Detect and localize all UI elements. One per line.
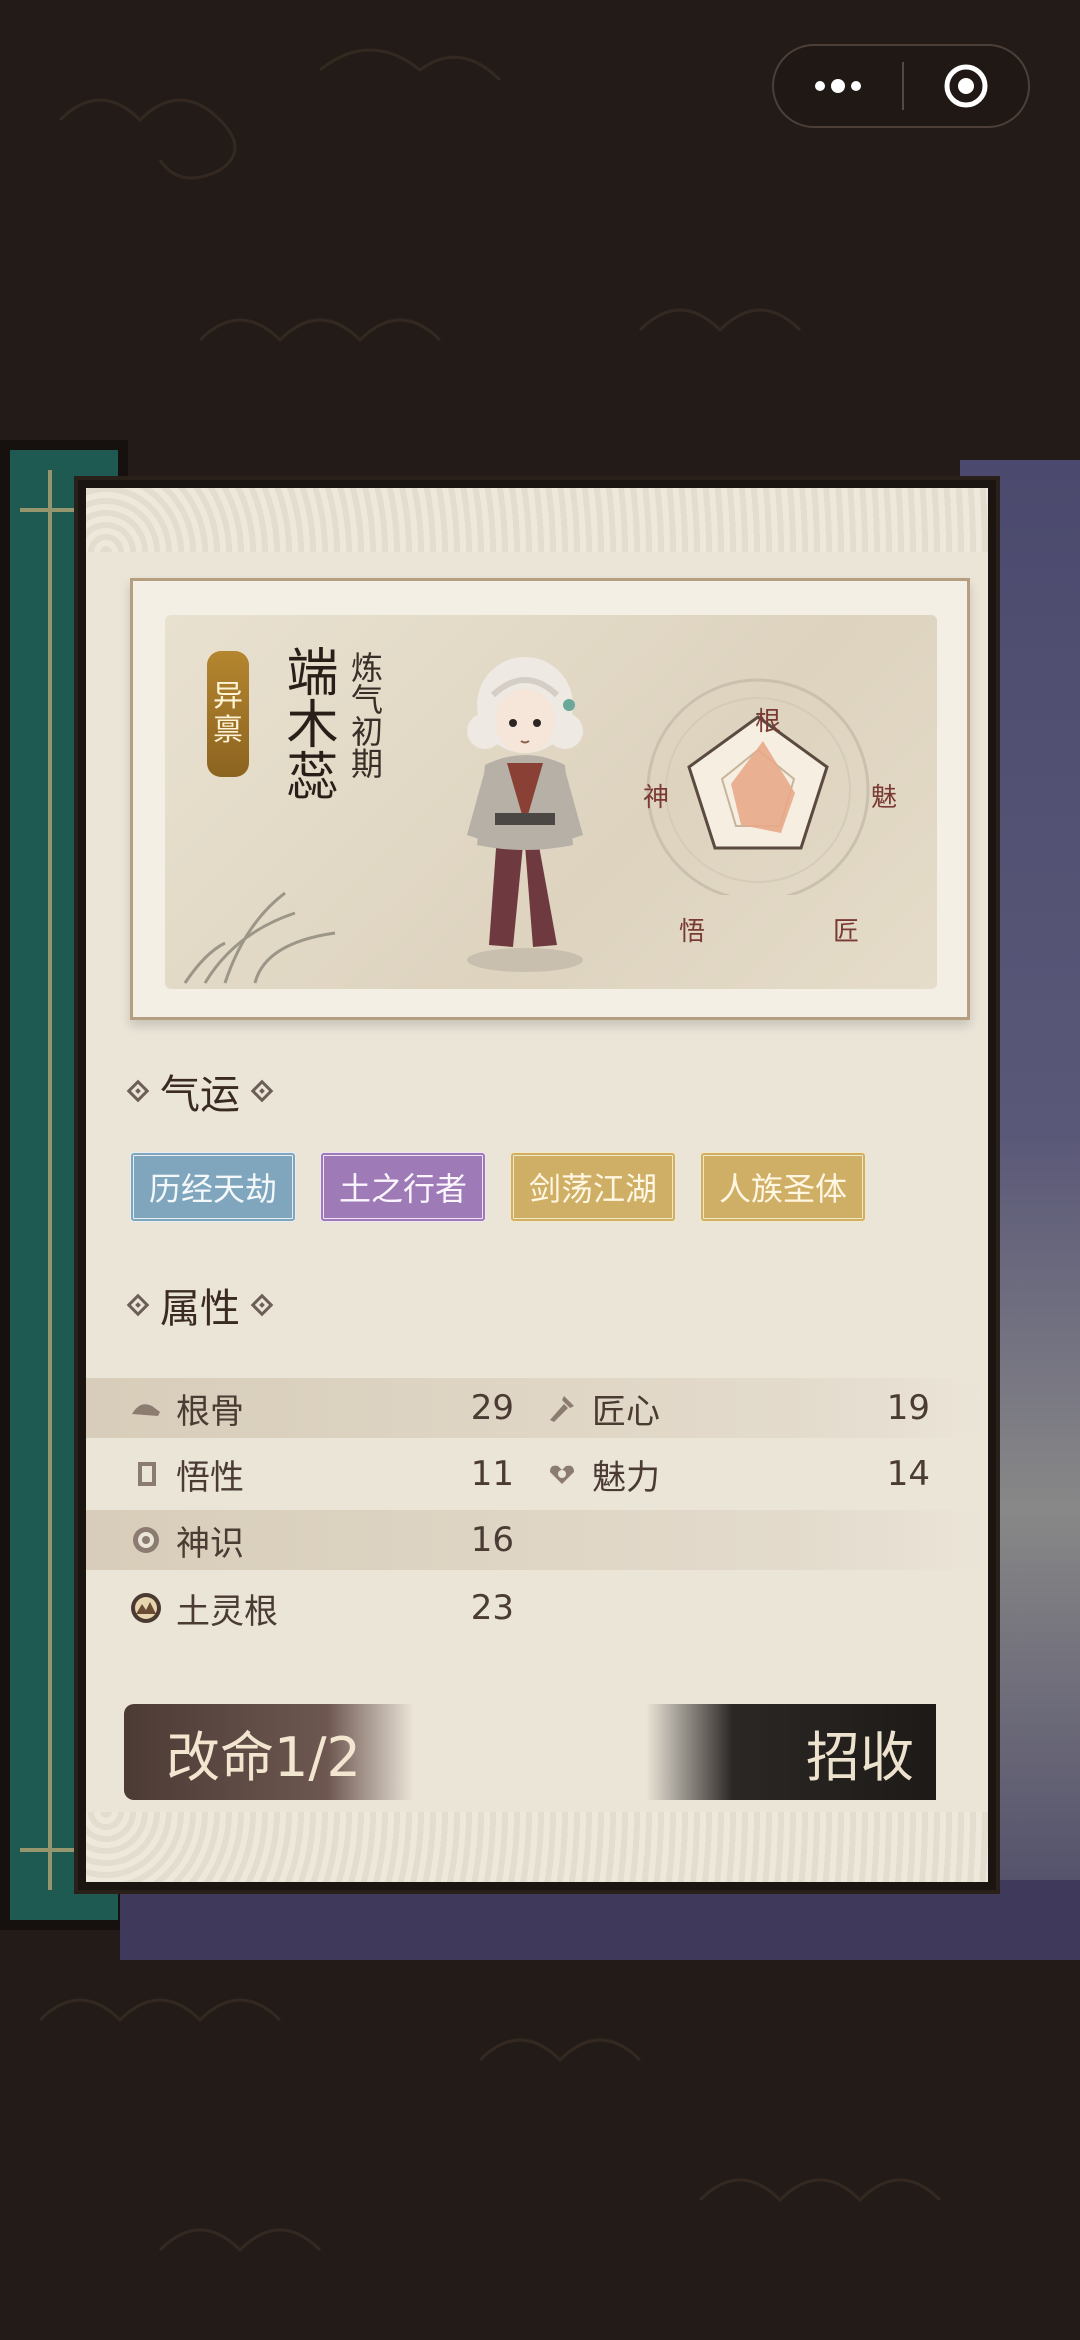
diamond-icon bbox=[250, 1079, 274, 1103]
radar-label-charm: 魅 bbox=[871, 783, 898, 813]
bottom-wave-border bbox=[86, 1812, 988, 1882]
attribute-label: 悟性 bbox=[176, 1457, 244, 1498]
attribute-value: 23 bbox=[470, 1588, 514, 1628]
attributes-section-title: 属性 bbox=[126, 1276, 274, 1334]
attribute-spirit: 神识 16 bbox=[130, 1510, 514, 1570]
grass-decoration bbox=[183, 891, 336, 984]
attribute-insight: 悟性 11 bbox=[130, 1444, 514, 1504]
fortune-tag[interactable]: 人族圣体 bbox=[700, 1152, 866, 1222]
more-options-button[interactable] bbox=[774, 46, 902, 126]
spirit-icon bbox=[133, 1527, 159, 1553]
bone-icon bbox=[132, 1404, 160, 1416]
radar-label-spirit: 神 bbox=[643, 783, 670, 813]
recruit-button[interactable]: 招收 bbox=[646, 1704, 936, 1800]
cultivation-realm: 炼气初期 bbox=[346, 651, 384, 779]
attributes-title-text: 属性 bbox=[160, 1286, 240, 1332]
diamond-icon bbox=[250, 1293, 274, 1317]
attribute-value: 19 bbox=[886, 1388, 930, 1428]
talent-tag-char-2: 禀 bbox=[213, 713, 243, 748]
more-dots-icon bbox=[815, 79, 861, 93]
attribute-value: 29 bbox=[470, 1388, 514, 1428]
craft-icon bbox=[550, 1396, 574, 1422]
attribute-row: 悟性 11 魅力 14 bbox=[86, 1444, 988, 1504]
miniprogram-capsule bbox=[772, 44, 1030, 128]
bottom-scene-strip bbox=[120, 1880, 1080, 1960]
attribute-radar-chart bbox=[646, 678, 870, 895]
attribute-label: 土灵根 bbox=[176, 1591, 278, 1632]
attribute-value: 16 bbox=[470, 1520, 514, 1560]
fortune-tag[interactable]: 剑荡江湖 bbox=[510, 1152, 676, 1222]
diamond-icon bbox=[126, 1293, 150, 1317]
close-miniprogram-button[interactable] bbox=[904, 46, 1028, 126]
character-name: 端木蕊 bbox=[277, 645, 337, 801]
portrait-scroll: 异 禀 端木蕊 炼气初期 根 魅 匠 悟 神 bbox=[165, 615, 937, 989]
diamond-icon bbox=[126, 1079, 150, 1103]
attribute-charm: 魅力 14 bbox=[546, 1444, 930, 1504]
fortune-title-text: 气运 bbox=[160, 1072, 240, 1118]
attribute-value: 14 bbox=[886, 1454, 930, 1494]
book-icon bbox=[138, 1462, 156, 1486]
earth-root-icon bbox=[131, 1593, 161, 1623]
attribute-craft: 匠心 19 bbox=[546, 1378, 930, 1438]
radar-label-root: 根 bbox=[755, 707, 782, 737]
reroll-fate-button[interactable]: 改命1/2 bbox=[124, 1704, 414, 1800]
top-wave-border bbox=[86, 488, 988, 552]
character-card: 异 禀 端木蕊 炼气初期 根 魅 匠 悟 神 气运 历经天劫 土之行者 剑荡江湖… bbox=[78, 480, 996, 1890]
character-avatar bbox=[467, 657, 583, 972]
attribute-label: 神识 bbox=[176, 1523, 244, 1564]
attribute-row: 土灵根 23 bbox=[86, 1578, 988, 1638]
fortune-tag[interactable]: 土之行者 bbox=[320, 1152, 486, 1222]
radar-label-craft: 匠 bbox=[833, 917, 860, 947]
charm-icon bbox=[550, 1465, 574, 1484]
talent-tag-char-1: 异 bbox=[213, 679, 243, 714]
attribute-label: 魅力 bbox=[592, 1457, 660, 1498]
fortune-section-title: 气运 bbox=[126, 1062, 274, 1120]
attribute-row: 神识 16 bbox=[86, 1510, 988, 1570]
attribute-bone: 根骨 29 bbox=[130, 1378, 514, 1438]
target-close-icon bbox=[944, 64, 988, 108]
attribute-label: 匠心 bbox=[592, 1391, 660, 1432]
attribute-value: 11 bbox=[470, 1454, 514, 1494]
fortune-tag[interactable]: 历经天劫 bbox=[130, 1152, 296, 1222]
attribute-earth-root: 土灵根 23 bbox=[130, 1578, 514, 1638]
radar-label-insight: 悟 bbox=[679, 917, 706, 947]
talent-tag: 异 禀 bbox=[207, 651, 249, 777]
fortune-tag-list: 历经天劫 土之行者 剑荡江湖 人族圣体 bbox=[130, 1152, 866, 1222]
attribute-row: 根骨 29 匠心 19 bbox=[86, 1378, 988, 1438]
portrait-frame: 异 禀 端木蕊 炼气初期 根 魅 匠 悟 神 bbox=[130, 578, 970, 1020]
attribute-label: 根骨 bbox=[176, 1391, 244, 1432]
